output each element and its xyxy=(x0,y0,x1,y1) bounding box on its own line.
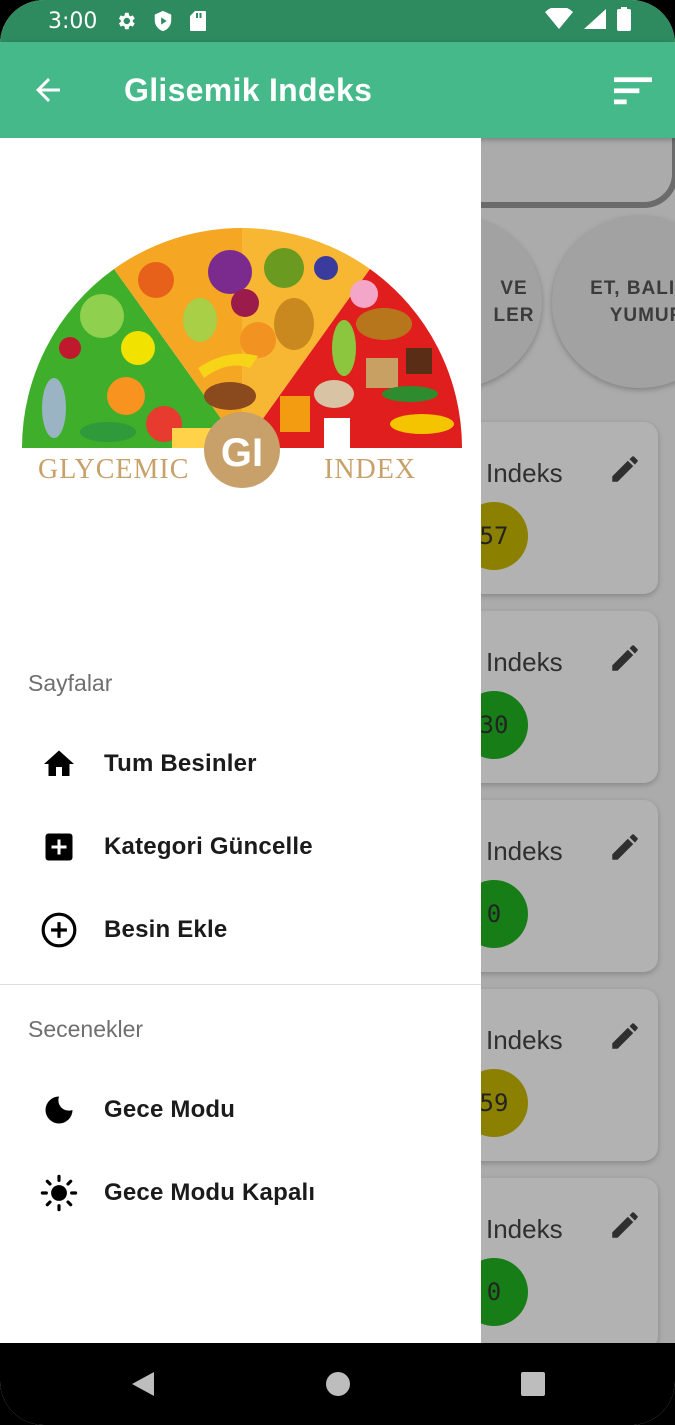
menu-item-label: Gece Modu Kapalı xyxy=(104,1179,316,1206)
menu-item-label: Kategori Güncelle xyxy=(104,833,313,860)
sun-icon xyxy=(40,1174,78,1212)
moon-icon xyxy=(40,1091,78,1129)
back-triangle-icon[interactable] xyxy=(128,1369,158,1399)
logo-right-text: INDEX xyxy=(324,454,416,485)
status-time: 3:00 xyxy=(48,8,98,34)
section-title-options: Secenekler xyxy=(28,1016,144,1042)
menu-item-label: Gece Modu xyxy=(104,1096,236,1123)
app-bar: Glisemik Indeks xyxy=(0,42,675,138)
menu-item-kategori-guncelle[interactable]: Kategori Güncelle xyxy=(0,807,481,887)
sort-icon[interactable] xyxy=(614,74,652,106)
menu-item-label: Tum Besinler xyxy=(104,750,257,777)
app-title: Glisemik Indeks xyxy=(124,72,373,108)
glycemic-index-logo: GI GLYCEMIC INDEX xyxy=(21,228,462,488)
arrow-left-icon[interactable] xyxy=(30,72,66,108)
navigation-drawer: GI GLYCEMIC INDEX Sayfalar Tum Besinler … xyxy=(0,138,481,1343)
menu-item-tum-besinler[interactable]: Tum Besinler xyxy=(0,724,481,804)
gear-icon xyxy=(115,10,137,32)
status-bar: 3:00 xyxy=(0,0,675,42)
sd-card-icon xyxy=(189,10,207,32)
drawer-divider xyxy=(0,984,481,985)
system-nav-bar xyxy=(0,1343,675,1425)
recents-square-icon[interactable] xyxy=(518,1369,548,1399)
section-title-pages: Sayfalar xyxy=(28,670,113,696)
menu-item-label: Besin Ekle xyxy=(104,916,228,943)
menu-item-besin-ekle[interactable]: Besin Ekle xyxy=(0,890,481,970)
battery-icon xyxy=(617,6,631,36)
add-box-icon xyxy=(40,828,78,866)
menu-item-gece-modu[interactable]: Gece Modu xyxy=(0,1070,481,1150)
wifi-icon xyxy=(545,5,573,35)
home-circle-icon[interactable] xyxy=(323,1369,353,1399)
add-circle-icon xyxy=(40,911,78,949)
shield-play-icon xyxy=(153,10,173,32)
logo-gi-text: GI xyxy=(221,431,263,475)
phone-screen: 3:00 Glisemik Indeks VE LER ET, BALI YUM… xyxy=(0,0,675,1425)
home-icon xyxy=(40,745,78,783)
signal-icon xyxy=(583,8,607,35)
menu-item-gece-modu-kapali[interactable]: Gece Modu Kapalı xyxy=(0,1153,481,1233)
logo-left-text: GLYCEMIC xyxy=(38,454,189,485)
